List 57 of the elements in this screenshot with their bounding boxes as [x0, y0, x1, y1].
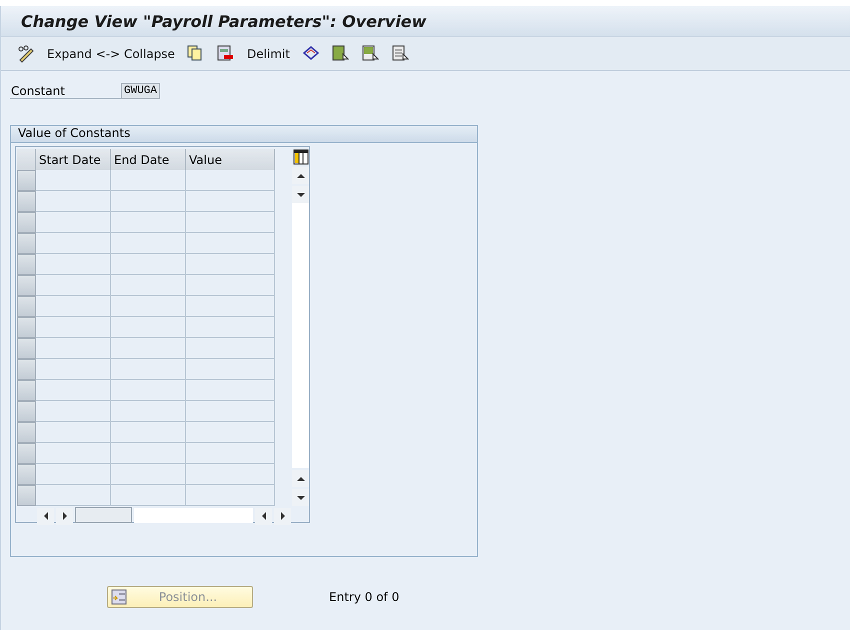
- column-header[interactable]: Value: [186, 149, 275, 170]
- row-selector[interactable]: [17, 254, 36, 275]
- toolbar-icon-button[interactable]: [17, 44, 35, 62]
- window-title: Change View "Payroll Parameters": Overview: [1, 6, 850, 36]
- scroll-thumb[interactable]: [75, 507, 132, 523]
- row-selector[interactable]: [17, 380, 36, 401]
- row-selector[interactable]: [17, 422, 36, 443]
- row-selector[interactable]: [17, 401, 36, 422]
- group-title: Value of Constants: [11, 126, 477, 143]
- row-selector[interactable]: [17, 212, 36, 233]
- pencil-glasses-icon: [17, 44, 35, 62]
- scroll-up-button[interactable]: [292, 167, 309, 184]
- scroll-right-button[interactable]: [274, 508, 291, 524]
- row-selector[interactable]: [17, 464, 36, 485]
- scroll-down-button[interactable]: [292, 489, 309, 506]
- down-triangle-icon: [296, 190, 304, 198]
- column-header[interactable]: End Date: [111, 149, 186, 170]
- toolbar-icon-button[interactable]: [362, 44, 380, 62]
- copy-icon: [186, 44, 203, 60]
- toolbar-icon-button[interactable]: [216, 44, 235, 62]
- right-triangle-icon: [278, 512, 286, 520]
- toolbar-icon-button[interactable]: [332, 44, 350, 62]
- select-all-header[interactable]: [17, 149, 36, 170]
- row-selector[interactable]: [17, 443, 36, 464]
- select-block-icon: [362, 44, 379, 60]
- delete-row-icon: [216, 44, 233, 60]
- toolbar-button[interactable]: Delimit: [246, 46, 290, 60]
- row-selector[interactable]: [17, 275, 36, 296]
- scroll-right-button[interactable]: [56, 508, 73, 524]
- row-selector[interactable]: [17, 296, 36, 317]
- down-triangle-icon: [296, 494, 304, 502]
- deselect-all-icon: [392, 44, 409, 60]
- constant-field[interactable]: GWUGA: [121, 83, 160, 99]
- scroll-up-button[interactable]: [292, 470, 309, 487]
- position-icon: [111, 589, 127, 605]
- up-triangle-icon: [296, 474, 304, 482]
- diamond-arrow-icon: [302, 44, 320, 60]
- right-triangle-icon: [60, 512, 68, 520]
- toolbar-button[interactable]: Expand <-> Collapse: [47, 46, 175, 60]
- up-triangle-icon: [296, 172, 304, 180]
- column-header[interactable]: Start Date: [36, 149, 111, 170]
- scroll-left-button[interactable]: [37, 508, 54, 524]
- toolbar-icon-button[interactable]: [302, 44, 320, 62]
- row-selector[interactable]: [17, 338, 36, 359]
- select-all-icon: [332, 44, 349, 60]
- left-triangle-icon: [260, 512, 268, 520]
- scroll-left-button[interactable]: [255, 508, 272, 524]
- toolbar-icon-button[interactable]: [392, 44, 410, 62]
- row-selector[interactable]: [17, 317, 36, 338]
- scroll-down-button[interactable]: [292, 186, 309, 203]
- row-selector[interactable]: [17, 359, 36, 380]
- left-triangle-icon: [42, 512, 50, 520]
- column-settings-icon[interactable]: [292, 149, 308, 165]
- entry-count: Entry 0 of 0: [329, 590, 400, 604]
- row-selector[interactable]: [17, 191, 36, 212]
- row-selector[interactable]: [17, 233, 36, 254]
- row-selector[interactable]: [17, 170, 36, 191]
